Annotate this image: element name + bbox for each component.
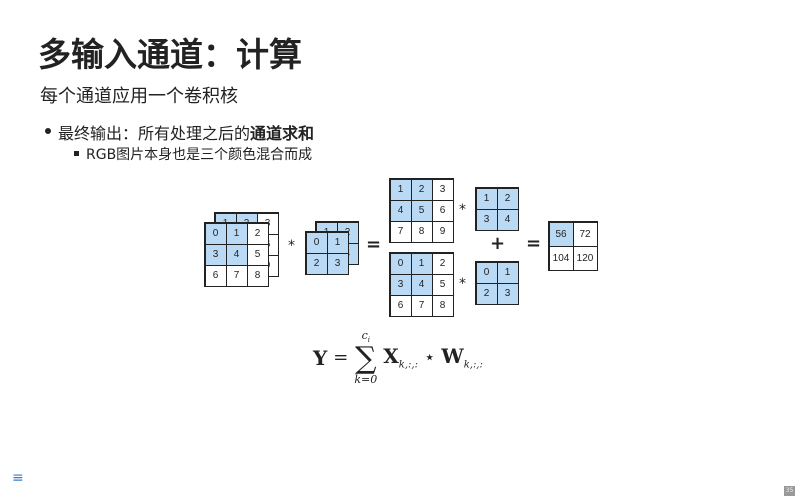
grid-cell: 7	[389, 220, 412, 243]
grid-cell: 2	[431, 252, 454, 275]
grid-cell: 4	[496, 208, 519, 231]
x-symbol: X	[383, 344, 399, 369]
grid-cell: 6	[204, 264, 227, 287]
equals-sign: =	[366, 234, 382, 255]
page-number: 35	[784, 486, 795, 496]
grid-cell: 4	[225, 243, 248, 266]
grid-cell: 1	[225, 222, 248, 245]
kernel-channel-front: 0123	[305, 231, 349, 275]
bullet-1-bold: 通道求和	[250, 124, 315, 143]
conv-operator-top: *	[459, 202, 466, 218]
grid-cell: 4	[410, 273, 433, 296]
grid-cell: 1	[410, 252, 433, 275]
output-grid: 56 72 104 120	[548, 221, 598, 271]
input-channel-front: 012345678	[204, 222, 269, 287]
grid-cell: 6	[431, 199, 454, 222]
bottom-kernel-grid: 0123	[475, 261, 519, 305]
grid-cell: 120	[572, 245, 598, 271]
grid-cell: 3	[326, 252, 349, 275]
grid-cell: 0	[204, 222, 227, 245]
grid-cell: 2	[246, 222, 269, 245]
grid-cell: 5	[431, 273, 454, 296]
w-symbol: W	[441, 344, 464, 369]
formula-sum: ci ∑ k=0	[354, 330, 377, 385]
bullet-1-text: 最终输出：所有处理之后的	[58, 124, 251, 143]
grid-cell: 1	[389, 178, 412, 201]
grid-cell: 72	[572, 221, 598, 247]
equals-sign-2: =	[526, 233, 542, 254]
conv-operator-bottom: *	[459, 276, 466, 292]
bullet-1: 最终输出：所有处理之后的通道求和	[44, 120, 315, 144]
w-subscript: k,:,:	[463, 359, 483, 371]
grid-cell: 7	[410, 294, 433, 317]
slide-subtitle: 每个通道应用一个卷积核	[40, 86, 238, 107]
formula-x: Xk,:,:	[383, 344, 418, 371]
grid-cell: 8	[431, 294, 454, 317]
grid-cell: 4	[389, 199, 412, 222]
grid-cell: 9	[431, 220, 454, 243]
grid-cell: 1	[496, 261, 519, 284]
grid-cell: 0	[475, 261, 498, 284]
conv-operator: *	[288, 238, 295, 254]
grid-cell: 2	[475, 282, 498, 305]
top-kernel-grid: 1234	[475, 187, 519, 231]
grid-cell: 5	[410, 199, 433, 222]
formula-conv-op: ⋆	[423, 347, 436, 369]
top-input-grid: 123456789	[389, 178, 454, 243]
grid-cell: 8	[410, 220, 433, 243]
formula-w: Wk,:,:	[441, 344, 483, 371]
bottom-input-grid: 012345678	[389, 252, 454, 317]
grid-cell: 2	[305, 252, 328, 275]
slide-title: 多输入通道：计算	[38, 35, 302, 74]
bullet-2: RGB图片本身也是三个颜色混合而成	[73, 144, 312, 164]
grid-cell: 0	[389, 252, 412, 275]
formula: Y = ci ∑ k=0 Xk,:,: ⋆ Wk,:,:	[313, 330, 483, 385]
grid-cell: 104	[548, 245, 574, 271]
grid-cell: 7	[225, 264, 248, 287]
formula-equals: =	[333, 347, 349, 369]
grid-cell: 6	[389, 294, 412, 317]
sum-symbol: ∑	[355, 341, 377, 377]
grid-cell: 3	[431, 178, 454, 201]
grid-cell: 0	[305, 231, 328, 254]
grid-cell: 5	[246, 243, 269, 266]
formula-y: Y	[313, 345, 328, 370]
sum-lower: k=0	[354, 373, 378, 387]
grid-cell: 8	[246, 264, 269, 287]
plus-sign: +	[490, 233, 506, 254]
grid-cell: 56	[548, 221, 574, 247]
grid-cell: 1	[475, 187, 498, 210]
grid-cell: 2	[496, 187, 519, 210]
grid-cell: 2	[410, 178, 433, 201]
grid-cell: 3	[389, 273, 412, 296]
x-subscript: k,:,:	[398, 359, 418, 371]
grid-cell: 3	[475, 208, 498, 231]
grid-cell: 3	[204, 243, 227, 266]
grid-cell: 1	[326, 231, 349, 254]
grid-cell: 3	[496, 282, 519, 305]
menu-icon[interactable]: ≡	[12, 470, 24, 486]
